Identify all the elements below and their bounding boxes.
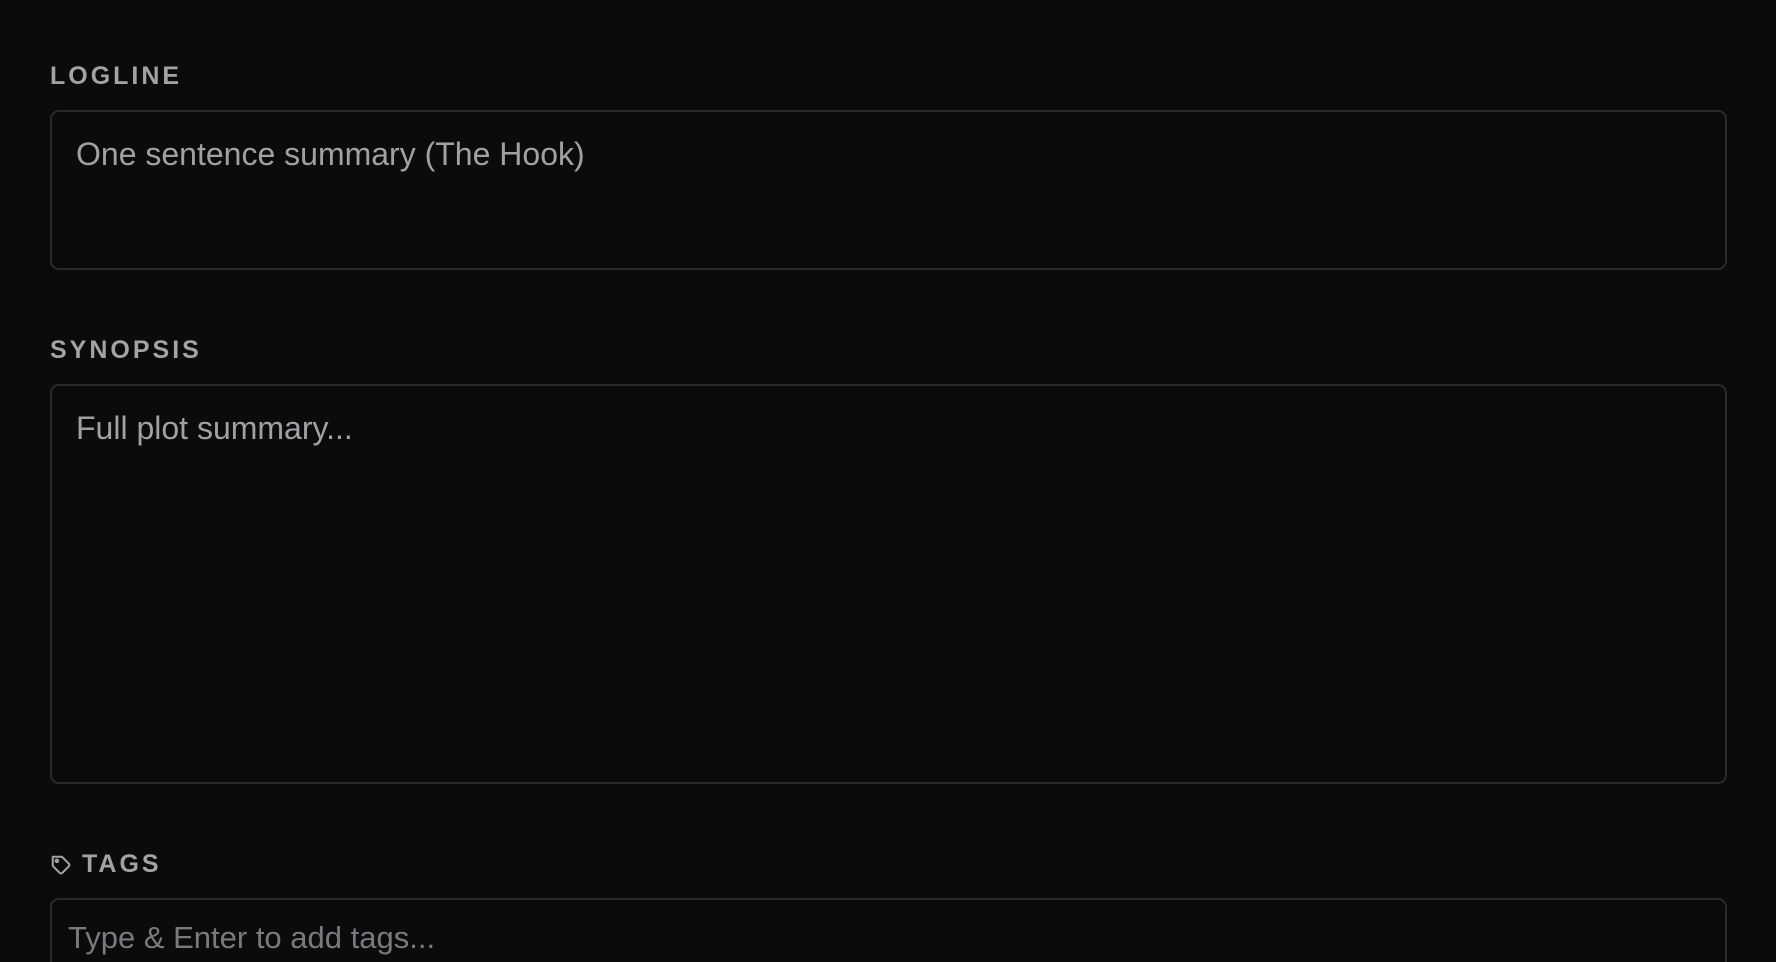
synopsis-input[interactable] (50, 384, 1727, 784)
logline-label-text: LOGLINE (50, 62, 183, 90)
synopsis-label: SYNOPSIS (50, 338, 202, 363)
tags-label: TAGS (50, 852, 162, 877)
logline-label: LOGLINE (50, 64, 182, 89)
tags-label-text: TAGS (82, 850, 162, 878)
tag-icon (50, 854, 72, 876)
story-details-form: LOGLINE SYNOPSIS TAGS (0, 0, 1776, 962)
synopsis-label-text: SYNOPSIS (50, 336, 202, 364)
logline-input[interactable] (50, 110, 1727, 270)
tags-input[interactable] (50, 898, 1727, 962)
